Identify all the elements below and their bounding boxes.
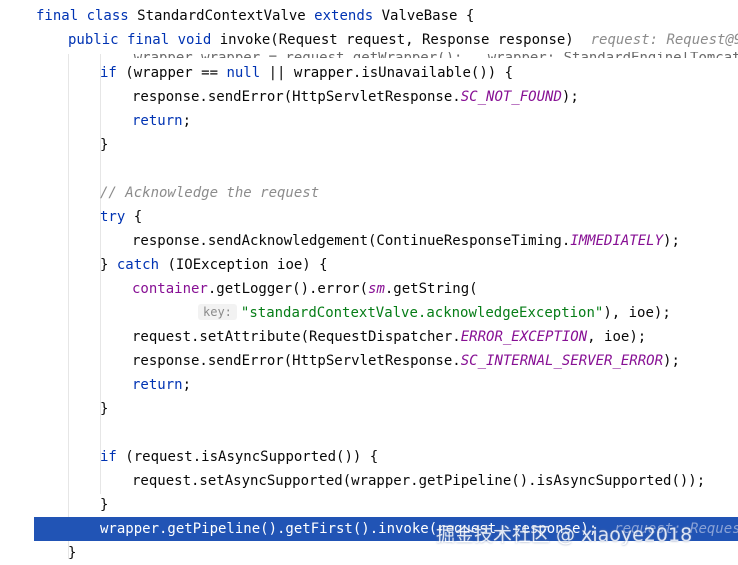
constant: SC_INTERNAL_SERVER_ERROR bbox=[460, 353, 664, 369]
code-line[interactable]: return; bbox=[0, 109, 738, 133]
code-text: invoke(Request request, Response respons… bbox=[219, 32, 574, 48]
keyword: final class bbox=[36, 8, 138, 24]
code-text: ); bbox=[663, 353, 680, 369]
code-line[interactable]: return; bbox=[0, 373, 738, 397]
code-text: response.sendError(HttpServletResponse. bbox=[132, 353, 461, 369]
keyword: if bbox=[100, 65, 126, 81]
comment: // Acknowledge the request bbox=[100, 185, 320, 201]
code-text: ); bbox=[663, 233, 680, 249]
field: container bbox=[132, 281, 208, 297]
gutter[interactable] bbox=[0, 517, 34, 541]
string-literal: "standardContextValve.acknowledgeExcepti… bbox=[240, 305, 604, 321]
debug-inline-value: request: Request@9253 bbox=[590, 32, 738, 48]
constant: ERROR_EXCEPTION bbox=[460, 329, 588, 345]
code-text: } bbox=[100, 401, 109, 417]
constant: SC_NOT_FOUND bbox=[460, 89, 562, 105]
code-text: (request.isAsyncSupported()) { bbox=[125, 449, 379, 465]
code-line[interactable]: response.sendError(HttpServletResponse.S… bbox=[0, 349, 738, 373]
keyword: try bbox=[100, 209, 134, 225]
code-line[interactable]: key: "standardContextValve.acknowledgeExc… bbox=[0, 301, 738, 325]
code-text: response.sendAcknowledgement(ContinueRes… bbox=[132, 233, 571, 249]
code-text: .getLogger().error( bbox=[207, 281, 369, 297]
code-editor[interactable]: final class StandardContextValve extends… bbox=[0, 0, 738, 565]
code-line[interactable]: response.sendError(HttpServletResponse.S… bbox=[0, 85, 738, 109]
code-line[interactable] bbox=[0, 157, 738, 181]
constant: IMMEDIATELY bbox=[570, 233, 664, 249]
code-text: (IOException ioe) { bbox=[167, 257, 328, 273]
code-text: ; bbox=[182, 377, 192, 393]
code-line[interactable]: if (request.isAsyncSupported()) { bbox=[0, 445, 738, 469]
code-text: .getString( bbox=[384, 281, 478, 297]
code-text: } bbox=[100, 257, 117, 273]
code-text: || wrapper.isUnavailable()) { bbox=[268, 65, 514, 81]
code-text: } bbox=[100, 497, 109, 513]
code-line[interactable]: } bbox=[0, 493, 738, 517]
class-name: StandardContextValve bbox=[137, 8, 315, 24]
code-line[interactable]: // Acknowledge the request bbox=[0, 181, 738, 205]
keyword: return bbox=[132, 113, 183, 129]
code-text: ValveBase { bbox=[381, 8, 475, 24]
code-text: { bbox=[133, 209, 143, 225]
field: sm bbox=[368, 281, 385, 297]
code-line[interactable] bbox=[0, 421, 738, 445]
code-line[interactable]: request.setAttribute(RequestDispatcher.E… bbox=[0, 325, 738, 349]
parameter-hint: key: bbox=[198, 304, 237, 320]
code-line[interactable]: response.sendAcknowledgement(ContinueRes… bbox=[0, 229, 738, 253]
code-line[interactable]: if (wrapper == null || wrapper.isUnavail… bbox=[0, 61, 738, 85]
keyword: if bbox=[100, 449, 126, 465]
code-text: } bbox=[100, 137, 109, 153]
keyword: public final void bbox=[68, 32, 220, 48]
code-text: request.setAttribute(RequestDispatcher. bbox=[132, 329, 461, 345]
sticky-method-declaration[interactable]: public final void invoke(Request request… bbox=[0, 28, 738, 52]
code-line[interactable]: } bbox=[0, 397, 738, 421]
code-line[interactable]: request.setAsyncSupported(wrapper.getPip… bbox=[0, 469, 738, 493]
code-text: response.sendError(HttpServletResponse. bbox=[132, 89, 461, 105]
keyword: null bbox=[226, 65, 269, 81]
keyword: return bbox=[132, 377, 183, 393]
code-text: ; bbox=[182, 113, 192, 129]
code-text: ); bbox=[561, 89, 579, 105]
keyword: catch bbox=[116, 257, 168, 273]
code-text: (wrapper == bbox=[125, 65, 227, 81]
code-text: ), ioe); bbox=[603, 305, 671, 321]
code-line[interactable]: try { bbox=[0, 205, 738, 229]
code-line[interactable]: container.getLogger().error(sm.getString… bbox=[0, 277, 738, 301]
code-line[interactable]: } catch (IOException ioe) { bbox=[0, 253, 738, 277]
code-text: request.setAsyncSupported(wrapper.getPip… bbox=[132, 473, 706, 489]
watermark: 掘金技术社区 @ xiaoye2018 bbox=[436, 524, 693, 546]
code-text: } bbox=[68, 545, 77, 561]
sticky-class-declaration[interactable]: final class StandardContextValve extends… bbox=[0, 4, 738, 28]
keyword: extends bbox=[314, 8, 382, 24]
code-line[interactable]: } bbox=[0, 133, 738, 157]
code-text: , ioe); bbox=[587, 329, 647, 345]
